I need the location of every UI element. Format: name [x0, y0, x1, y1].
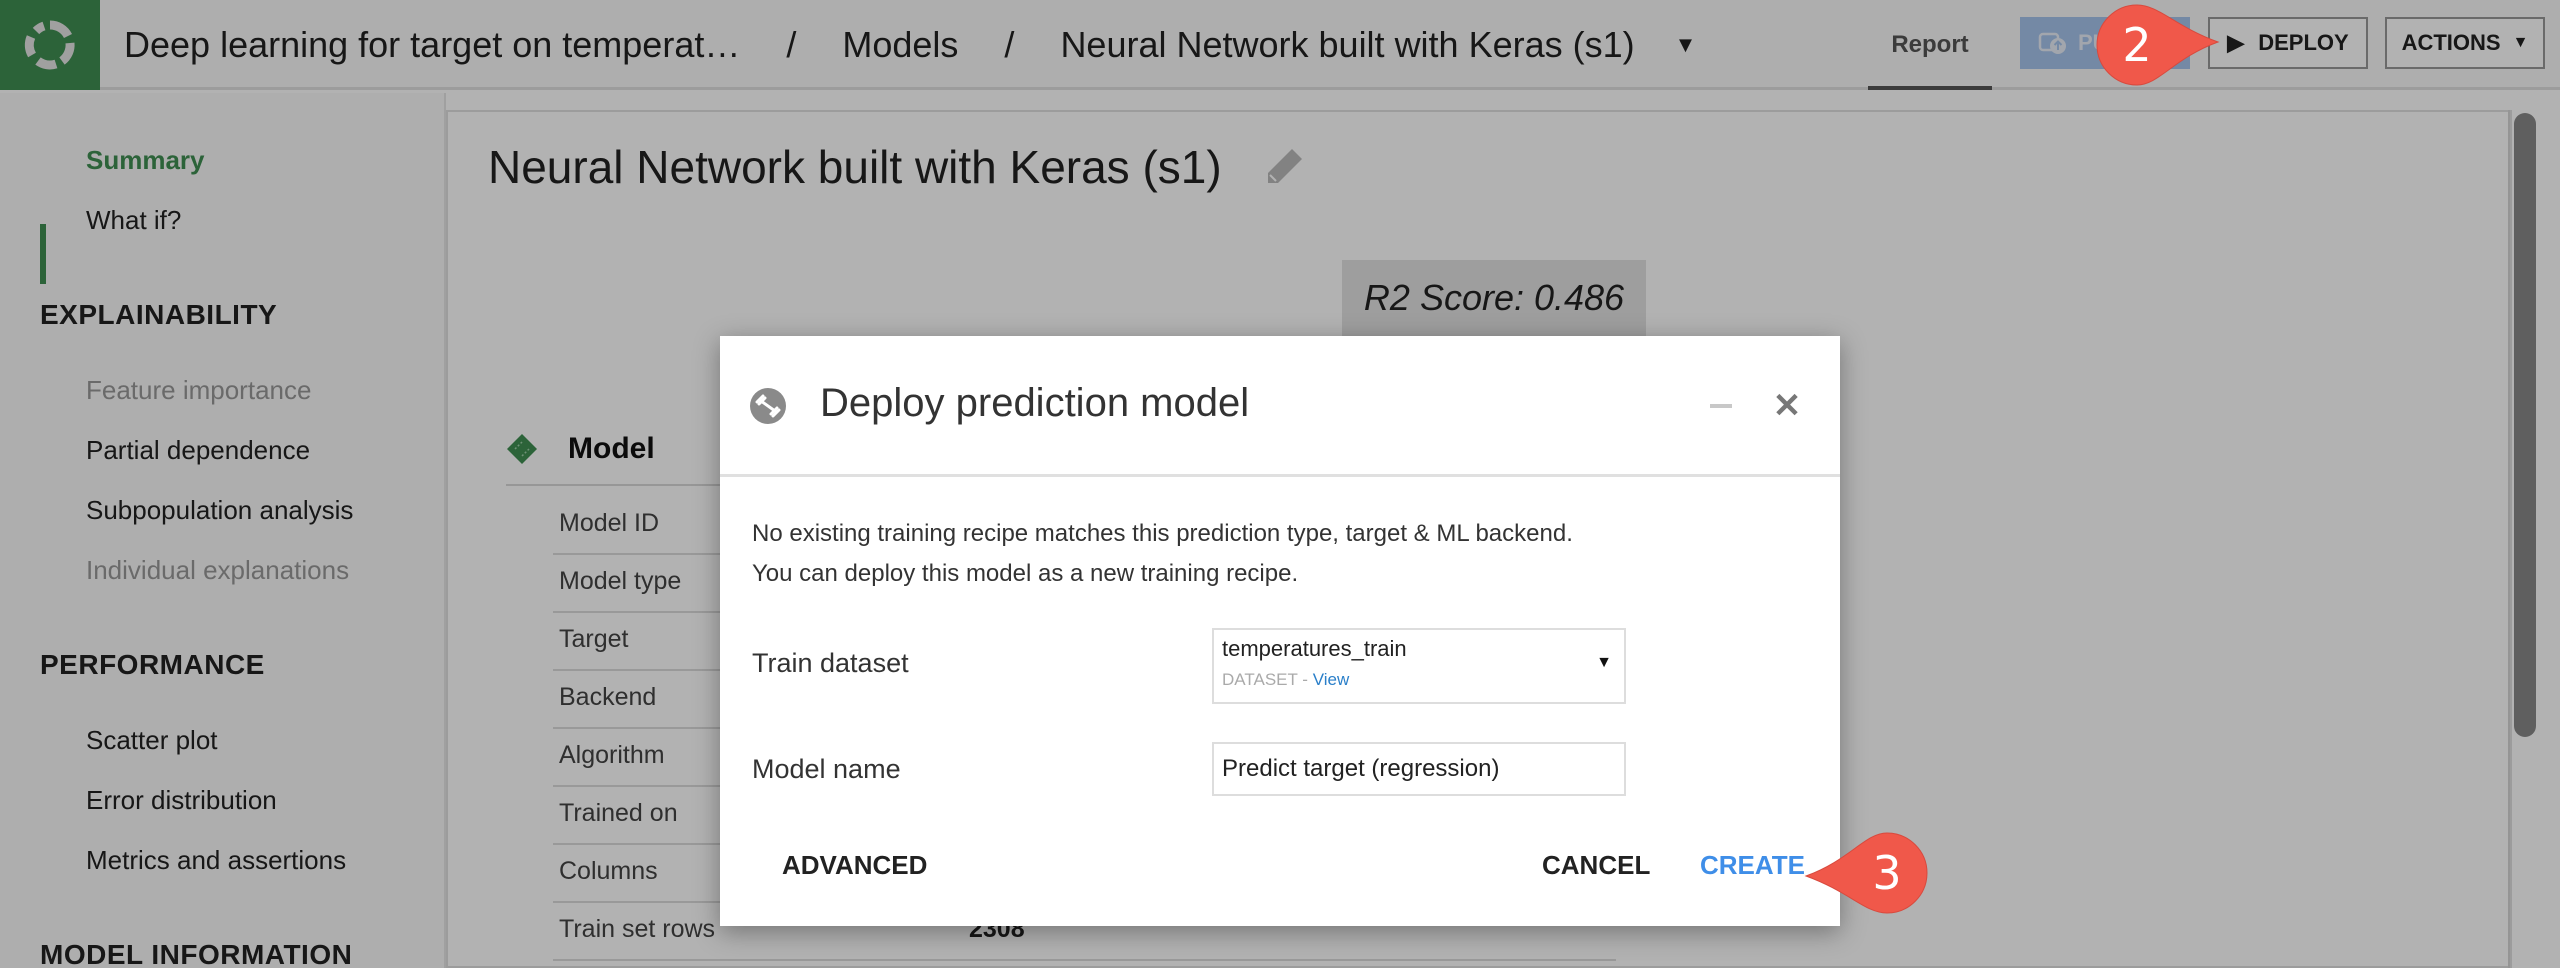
dumbbell-icon — [750, 388, 786, 424]
dialog-message: No existing training recipe matches this… — [752, 514, 1573, 594]
view-dataset-link[interactable]: View — [1313, 670, 1350, 689]
train-dataset-select[interactable]: temperatures_train DATASET - View ▼ — [1212, 628, 1626, 704]
advanced-button[interactable]: ADVANCED — [782, 850, 927, 881]
dataset-type: DATASET — [1222, 670, 1298, 689]
dialog-header: Deploy prediction model ✕ — [720, 336, 1840, 477]
cancel-button[interactable]: CANCEL — [1542, 850, 1650, 881]
dialog-message-line: You can deploy this model as a new train… — [752, 560, 1299, 587]
model-name-input[interactable] — [1212, 742, 1626, 796]
callout-number: 2 — [2122, 18, 2152, 72]
callout-step-3: 3 — [1804, 832, 1928, 914]
dataset-meta-sep: - — [1297, 670, 1313, 689]
callout-step-2: 2 — [2096, 4, 2220, 86]
callout-number: 3 — [1872, 846, 1902, 900]
close-icon[interactable]: ✕ — [1770, 386, 1804, 426]
create-button[interactable]: CREATE — [1700, 850, 1805, 881]
model-name-label: Model name — [752, 754, 901, 784]
train-dataset-label: Train dataset — [752, 648, 909, 678]
minimize-icon[interactable] — [1710, 404, 1732, 408]
caret-down-icon: ▼ — [1596, 654, 1612, 671]
selected-dataset: temperatures_train — [1222, 636, 1407, 661]
dialog-title: Deploy prediction model — [820, 381, 1250, 425]
dialog-message-line: No existing training recipe matches this… — [752, 520, 1573, 547]
dataset-meta: DATASET - View — [1222, 670, 1349, 690]
deploy-prediction-model-dialog: Deploy prediction model ✕ No existing tr… — [720, 336, 1840, 926]
